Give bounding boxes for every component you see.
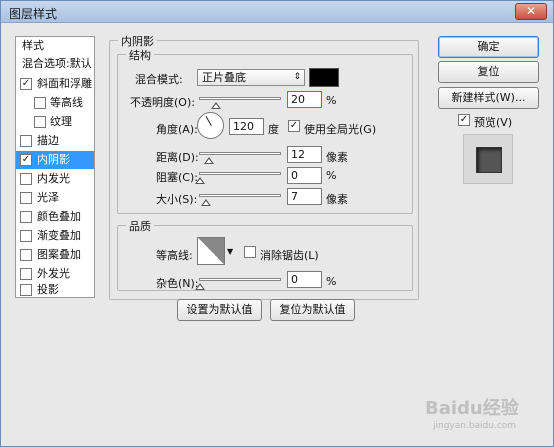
- opacity-label: 不透明度(O):: [130, 96, 195, 109]
- slider-thumb-icon[interactable]: [195, 283, 205, 290]
- slider-thumb-icon[interactable]: [201, 199, 211, 206]
- quality-legend: 品质: [126, 218, 154, 234]
- style-item-stroke[interactable]: 描边: [16, 132, 94, 150]
- slider-thumb-icon[interactable]: [204, 157, 214, 164]
- preview-swatch: [476, 147, 502, 173]
- global-light-checkbox[interactable]: ✓: [288, 120, 300, 132]
- size-slider[interactable]: [199, 194, 281, 206]
- watermark-url: jingyan.baidu.com: [433, 421, 517, 431]
- style-item-label: 斜面和浮雕: [37, 77, 92, 90]
- style-item-label: 纹理: [50, 115, 72, 128]
- size-label: 大小(S):: [156, 193, 198, 206]
- bevel-emboss-checkbox[interactable]: ✓: [20, 78, 32, 90]
- style-item-label: 颜色叠加: [37, 210, 81, 223]
- style-item-label: 投影: [37, 283, 59, 296]
- style-item-label: 渐变叠加: [37, 229, 81, 242]
- noise-input[interactable]: 0: [287, 271, 322, 288]
- angle-needle-icon: [205, 115, 212, 126]
- dialog-title: 图层样式: [9, 7, 58, 21]
- watermark-logo: Baidu经验: [425, 398, 519, 419]
- opacity-slider[interactable]: [199, 97, 281, 109]
- updown-arrow-icon: ⇕: [293, 72, 301, 82]
- style-item-gradient-overlay[interactable]: 渐变叠加: [16, 227, 94, 245]
- choke-slider[interactable]: [195, 172, 281, 184]
- color-overlay-checkbox[interactable]: [20, 211, 32, 223]
- ok-button[interactable]: 确定: [438, 36, 539, 58]
- drop-shadow-checkbox[interactable]: [20, 284, 32, 296]
- style-item-label: 内阴影: [37, 153, 70, 166]
- satin-checkbox[interactable]: [20, 192, 32, 204]
- choke-unit: %: [326, 169, 337, 182]
- style-item-texture[interactable]: 纹理: [16, 113, 94, 131]
- opacity-unit: %: [326, 94, 337, 107]
- style-item-pattern-overlay[interactable]: 图案叠加: [16, 246, 94, 264]
- style-item-drop-shadow[interactable]: 投影: [16, 281, 94, 299]
- shadow-color-swatch[interactable]: [309, 68, 339, 87]
- style-item-contour[interactable]: 等高线: [16, 94, 94, 112]
- blend-mode-label: 混合模式:: [135, 73, 183, 86]
- contour-label: 等高线:: [156, 249, 193, 262]
- global-light-label: 使用全局光(G): [304, 123, 377, 136]
- style-item-inner-glow[interactable]: 内发光: [16, 170, 94, 188]
- anti-alias-checkbox[interactable]: [244, 246, 256, 258]
- title-bar: 图层样式 ✕: [1, 1, 553, 23]
- angle-input[interactable]: 120: [229, 118, 264, 135]
- reset-to-default-button[interactable]: 复位为默认值: [270, 299, 355, 321]
- blend-mode-select[interactable]: 正片叠底 ⇕: [197, 69, 305, 86]
- slider-thumb-icon[interactable]: [211, 102, 221, 109]
- style-item-label: 等高线: [50, 96, 83, 109]
- close-button[interactable]: ✕: [515, 3, 547, 20]
- preview-checkbox[interactable]: ✓: [458, 114, 470, 126]
- anti-alias-label: 消除锯齿(L): [260, 249, 319, 262]
- outer-glow-checkbox[interactable]: [20, 268, 32, 280]
- set-as-default-button[interactable]: 设置为默认值: [177, 299, 262, 321]
- choke-label: 阻塞(C):: [156, 171, 198, 184]
- size-input[interactable]: 7: [287, 188, 322, 205]
- contour-preview[interactable]: [197, 237, 225, 265]
- pattern-overlay-checkbox[interactable]: [20, 249, 32, 261]
- angle-dial[interactable]: [197, 112, 224, 139]
- angle-label: 角度(A):: [156, 123, 198, 136]
- style-item-label: 光泽: [37, 191, 59, 204]
- style-item-color-overlay[interactable]: 颜色叠加: [16, 208, 94, 226]
- new-style-button[interactable]: 新建样式(W)...: [438, 87, 539, 109]
- distance-slider[interactable]: [199, 152, 281, 164]
- style-item-label: 图案叠加: [37, 248, 81, 261]
- blending-options-default[interactable]: 混合选项:默认: [16, 55, 94, 73]
- contour-dropdown-arrow-icon[interactable]: ▼: [227, 247, 233, 256]
- noise-label: 杂色(N):: [156, 277, 199, 290]
- inner-glow-checkbox[interactable]: [20, 173, 32, 185]
- style-item-label: 内发光: [37, 172, 70, 185]
- inner-shadow-checkbox[interactable]: ✓: [20, 154, 32, 166]
- distance-input[interactable]: 12: [287, 146, 322, 163]
- style-preview: [463, 134, 513, 184]
- choke-input[interactable]: 0: [287, 167, 322, 184]
- blend-mode-value: 正片叠底: [202, 71, 246, 84]
- style-item-label: 描边: [37, 134, 59, 147]
- styles-list: 样式 混合选项:默认 ✓ 斜面和浮雕 等高线 纹理 描边 ✓ 内阴影 内发光 光…: [15, 36, 95, 298]
- structure-legend: 结构: [126, 47, 154, 63]
- style-item-inner-shadow[interactable]: ✓ 内阴影: [16, 151, 94, 169]
- styles-header[interactable]: 样式: [16, 37, 94, 55]
- slider-thumb-icon[interactable]: [195, 177, 205, 184]
- style-item-satin[interactable]: 光泽: [16, 189, 94, 207]
- stroke-checkbox[interactable]: [20, 135, 32, 147]
- distance-label: 距离(D):: [156, 151, 199, 164]
- noise-slider[interactable]: [195, 278, 281, 290]
- opacity-input[interactable]: 20: [287, 91, 322, 108]
- layer-style-dialog: 图层样式 ✕ 样式 混合选项:默认 ✓ 斜面和浮雕 等高线 纹理 描边 ✓ 内阴…: [0, 0, 554, 447]
- reset-button[interactable]: 复位: [438, 61, 539, 83]
- angle-unit: 度: [268, 123, 279, 136]
- size-unit: 像素: [326, 193, 348, 206]
- texture-checkbox[interactable]: [34, 116, 46, 128]
- style-item-bevel-emboss[interactable]: ✓ 斜面和浮雕: [16, 75, 94, 93]
- noise-unit: %: [326, 275, 337, 288]
- distance-unit: 像素: [326, 151, 348, 164]
- contour-checkbox[interactable]: [34, 97, 46, 109]
- gradient-overlay-checkbox[interactable]: [20, 230, 32, 242]
- preview-label: 预览(V): [474, 116, 513, 129]
